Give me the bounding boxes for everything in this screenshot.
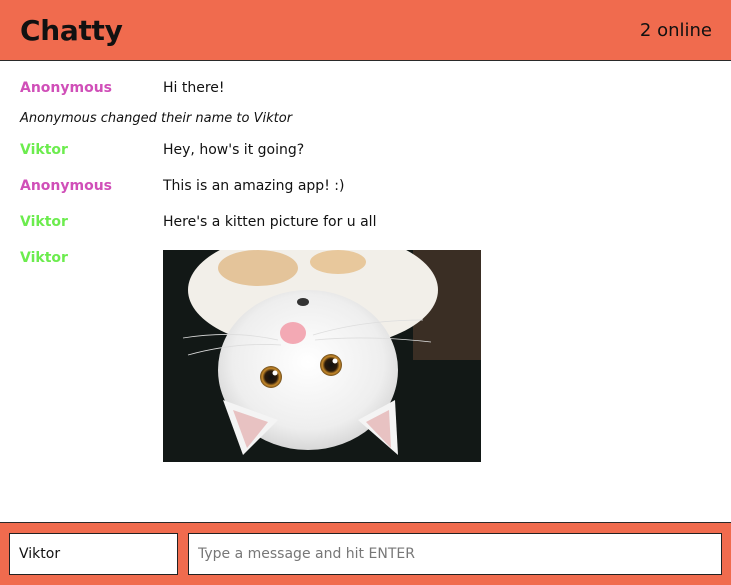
navbar: Chatty 2 online bbox=[0, 0, 731, 61]
message-list[interactable]: Anonymous Hi there! Anonymous changed th… bbox=[0, 61, 731, 522]
message-row: Viktor Hey, how's it going? bbox=[0, 141, 731, 159]
brand-title[interactable]: Chatty bbox=[20, 14, 123, 47]
chatbar bbox=[0, 522, 731, 585]
message-username: Viktor bbox=[20, 250, 68, 266]
message-content: Hey, how's it going? bbox=[163, 142, 305, 158]
message-row: Viktor Here's a kitten picture for u all bbox=[0, 213, 731, 231]
message-username: Viktor bbox=[20, 142, 68, 158]
message-username: Anonymous bbox=[20, 178, 113, 194]
message-content bbox=[163, 249, 481, 462]
message-content: This is an amazing app! :) bbox=[163, 178, 345, 194]
message-content: Hi there! bbox=[163, 80, 225, 96]
message-row: Viktor bbox=[0, 249, 731, 462]
kitten-photo bbox=[163, 250, 481, 462]
system-notification: Anonymous changed their name to Viktor bbox=[20, 111, 293, 126]
users-online-count: 2 online bbox=[639, 19, 712, 41]
username-input[interactable] bbox=[9, 533, 178, 575]
message-content: Here's a kitten picture for u all bbox=[163, 214, 377, 230]
message-input[interactable] bbox=[188, 533, 722, 575]
message-username: Viktor bbox=[20, 214, 68, 230]
message-row: Anonymous Hi there! bbox=[0, 79, 731, 97]
message-row: Anonymous This is an amazing app! :) bbox=[0, 177, 731, 195]
message-username: Anonymous bbox=[20, 80, 113, 96]
